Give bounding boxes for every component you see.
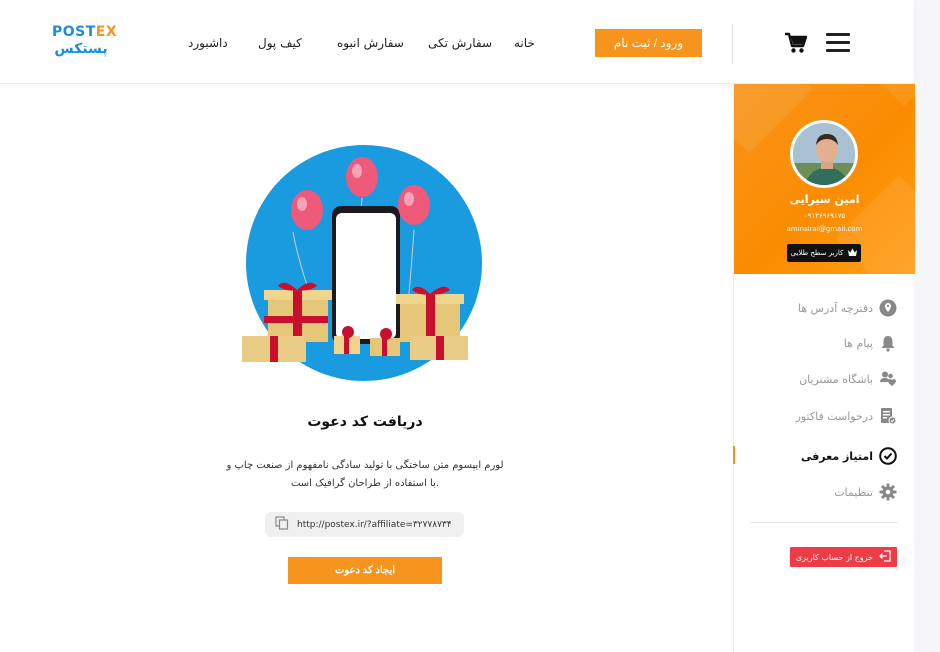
profile-phone: ۰۹۱۳۶۹۶۹۱۷۵: [803, 212, 846, 220]
login-register-button[interactable]: ورود / ثبت نام: [595, 29, 702, 57]
account-sidebar: امین سیرایی ۰۹۱۳۶۹۶۹۱۷۵ aminsirai@gmail.…: [733, 84, 915, 652]
nav-wallet[interactable]: کیف پول: [258, 36, 302, 56]
nav-bulk-order[interactable]: سفارش انبوه: [337, 36, 404, 56]
crown-icon: [848, 248, 858, 258]
users-heart-icon: [879, 370, 897, 388]
profile-email: aminsirai@gmail.com: [786, 225, 863, 233]
create-invite-code-button[interactable]: ایجاد کد دعوت: [288, 557, 442, 584]
logo-persian: پستکس: [54, 41, 108, 57]
gear-icon: [879, 483, 897, 501]
sidebar-item-settings[interactable]: تنظیمات: [734, 480, 915, 504]
logout-button[interactable]: خروج از حساب کاربری: [790, 547, 897, 567]
sidebar-item-messages[interactable]: پیام ها: [734, 331, 915, 355]
avatar[interactable]: [790, 120, 858, 188]
nav-single-order[interactable]: سفارش تکی: [428, 36, 492, 56]
bell-icon: [879, 334, 897, 352]
logo-wordmark: POSTEX: [52, 24, 118, 40]
invite-link-field[interactable]: http://postex.ir/?affiliate=۳۲۷۷۸۷۳۴: [265, 512, 464, 537]
profile-card: امین سیرایی ۰۹۱۳۶۹۶۹۱۷۵ aminsirai@gmail.…: [734, 84, 915, 274]
page-title: دریافت کد دعوت: [307, 414, 423, 430]
invoice-icon: [879, 407, 897, 425]
sidebar-divider: [751, 522, 897, 523]
sidebar-item-customer-club[interactable]: باشگاه مشتریان: [734, 367, 915, 391]
profile-name: امین سیرایی: [789, 193, 860, 206]
page-edge: [914, 0, 940, 652]
nav-home[interactable]: خانه: [514, 36, 535, 56]
sidebar-item-referral-points[interactable]: امتیاز معرفی: [733, 444, 915, 468]
postex-logo[interactable]: POSTEX پستکس: [52, 24, 118, 64]
logout-icon: [879, 550, 891, 564]
cart-icon[interactable]: [784, 32, 808, 54]
sidebar-item-addresses[interactable]: دفترچه آدرس ها: [734, 296, 915, 320]
copy-icon[interactable]: [275, 515, 289, 534]
header-divider: [732, 24, 733, 64]
invite-description: لورم ایپسوم متن ساختگی با تولید سادگی نا…: [226, 460, 504, 489]
check-circle-icon: [879, 447, 897, 465]
invite-link-text[interactable]: http://postex.ir/?affiliate=۳۲۷۷۸۷۳۴: [297, 520, 452, 530]
hamburger-menu-icon[interactable]: [826, 33, 850, 53]
top-header: POSTEX پستکس داشبورد کیف پول سفارش انبوه…: [0, 0, 914, 84]
nav-dashboard[interactable]: داشبورد: [188, 36, 228, 56]
sidebar-item-invoice-request[interactable]: درخواست فاکتور: [734, 404, 915, 428]
gift-phone-illustration: [240, 140, 490, 390]
user-level-badge: کاربر سطح طلایی: [787, 244, 861, 262]
location-pin-icon: [879, 299, 897, 317]
